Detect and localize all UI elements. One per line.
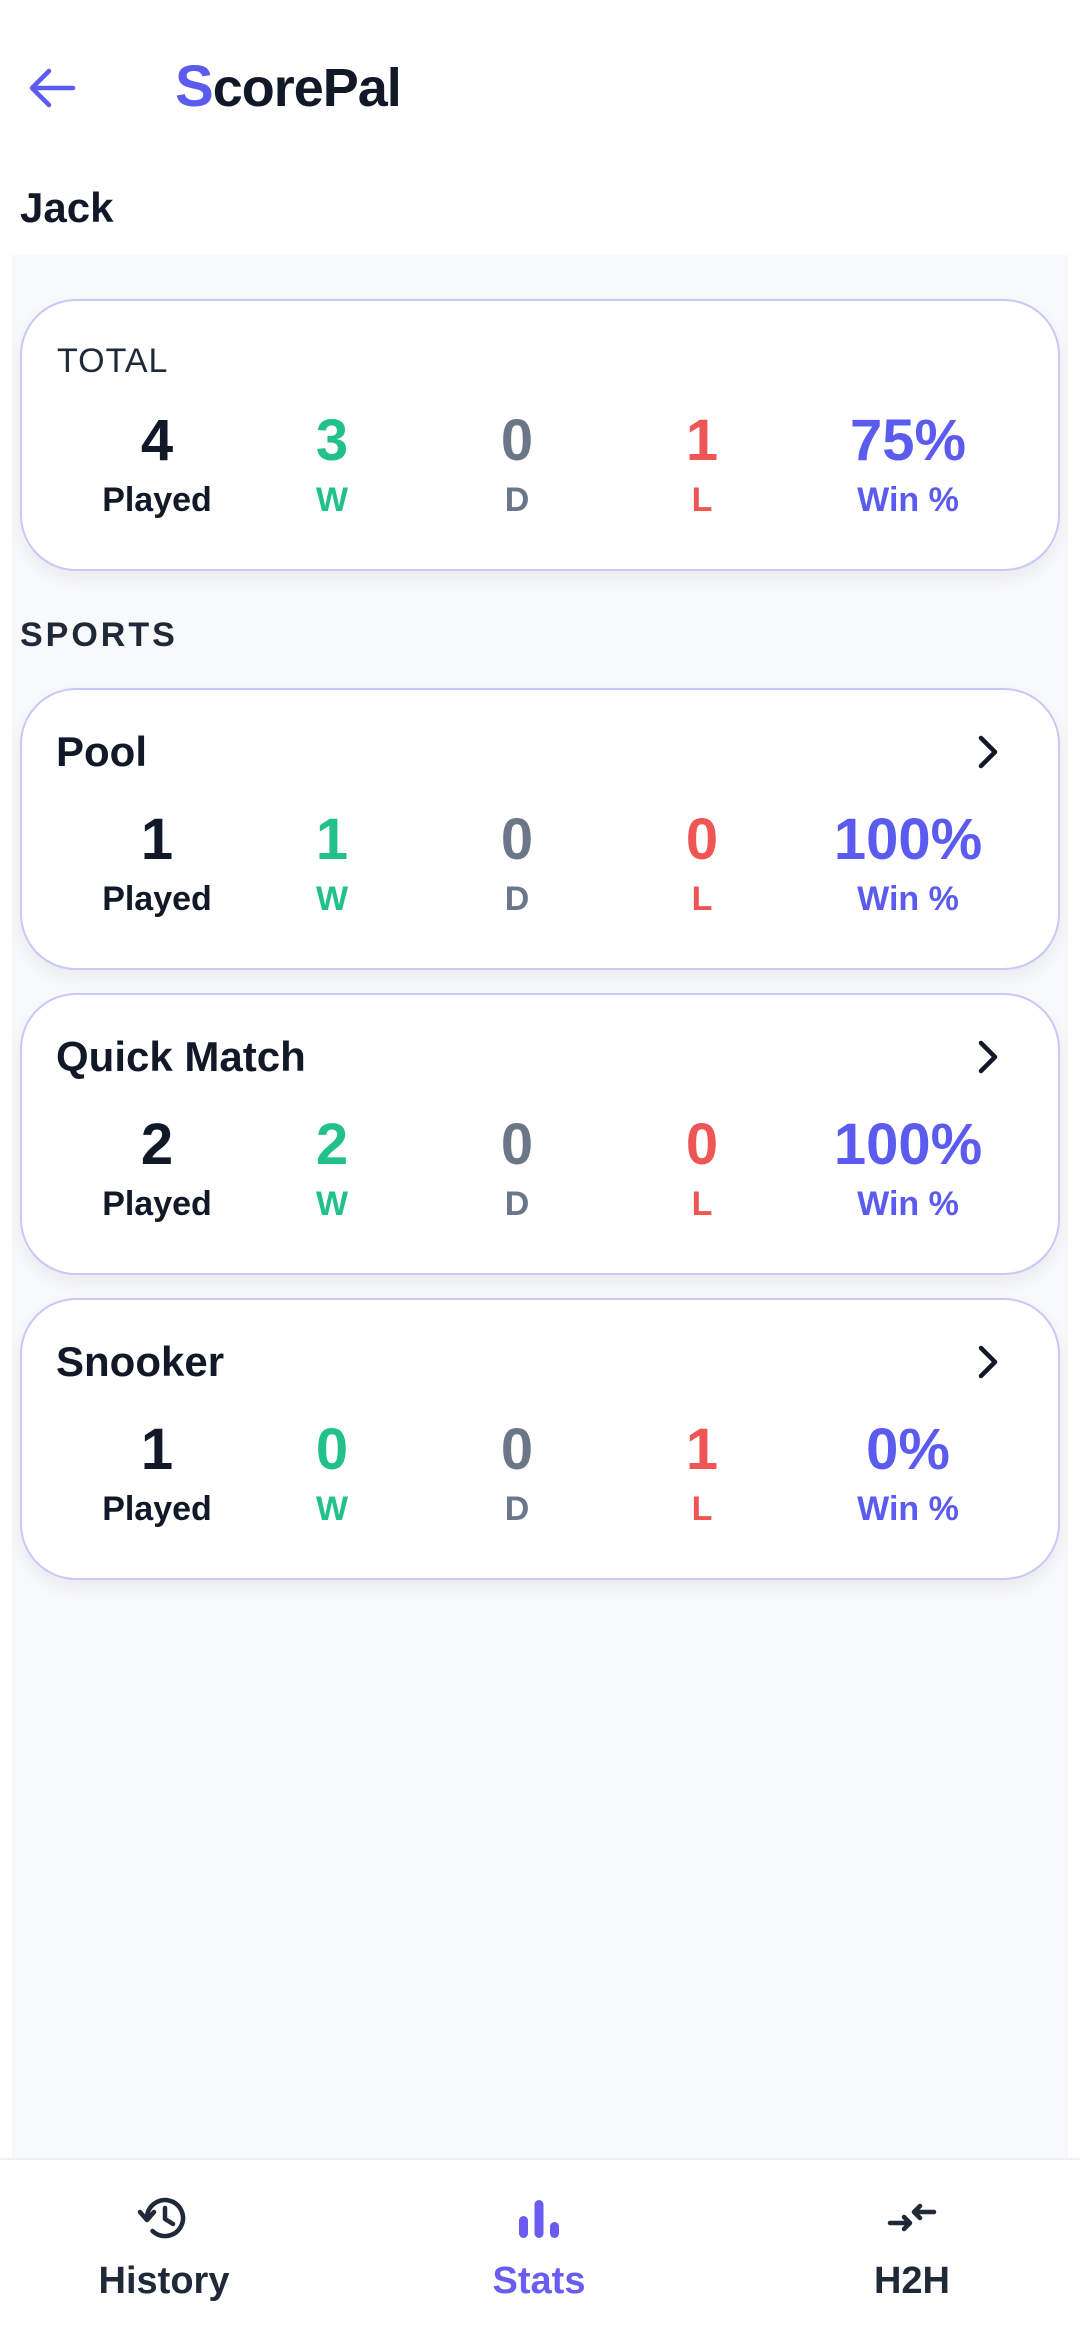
win-pct-label: Win % xyxy=(857,880,959,918)
history-icon xyxy=(137,2197,186,2239)
sports-heading: SPORTS xyxy=(20,616,178,654)
losses-stat: 0 L xyxy=(592,807,812,919)
win-pct-label: Win % xyxy=(857,1185,959,1223)
losses-stat: 0 L xyxy=(592,1112,812,1224)
losses-stat: 1 L xyxy=(592,1417,812,1529)
sport-card-snooker[interactable]: Snooker 1 Played 0 W 0 D 1 L 0% Win % xyxy=(20,1298,1060,1580)
sport-card-quick-match[interactable]: Quick Match 2 Played 2 W 0 D 0 L 100% Wi… xyxy=(20,993,1060,1275)
nav-h2h[interactable]: H2H xyxy=(812,2188,1012,2318)
win-pct-stat: 75% Win % xyxy=(798,408,1018,520)
win-pct-stat: 100% Win % xyxy=(798,807,1018,919)
logo-rest: corePal xyxy=(212,58,402,118)
losses-value: 0 xyxy=(685,807,719,872)
nav-h2h-label: H2H xyxy=(873,2260,951,2302)
win-pct-value: 100% xyxy=(833,807,983,872)
sport-card-pool[interactable]: Pool 1 Played 1 W 0 D 0 L 100% Win % xyxy=(20,688,1060,970)
nav-stats[interactable]: Stats xyxy=(439,2188,639,2318)
win-pct-value: 0% xyxy=(866,1417,950,1482)
win-pct-label: Win % xyxy=(857,481,959,519)
arrow-left-icon xyxy=(29,68,76,108)
losses-label: L xyxy=(691,1185,713,1223)
win-pct-value: 75% xyxy=(849,408,967,473)
app-logo: ScorePal xyxy=(175,52,402,123)
win-pct-stat: 0% Win % xyxy=(798,1417,1018,1529)
sport-name: Quick Match xyxy=(56,1033,306,1080)
stats-content: TOTAL 4 Played 3 W 0 D 1 L 75% Win % SPO… xyxy=(12,255,1068,2160)
losses-label: L xyxy=(691,1490,713,1528)
losses-stat: 1 L xyxy=(592,408,812,520)
back-button[interactable] xyxy=(22,58,82,118)
app-header: ScorePal Jack xyxy=(0,0,1080,231)
win-pct-stat: 100% Win % xyxy=(798,1112,1018,1224)
nav-history-label: History xyxy=(98,2260,230,2302)
logo-first-letter: S xyxy=(175,54,214,119)
chevron-right-icon xyxy=(968,1037,1008,1077)
chevron-right-icon xyxy=(968,732,1008,772)
losses-label: L xyxy=(691,880,713,918)
losses-label: L xyxy=(691,481,713,519)
total-card: TOTAL 4 Played 3 W 0 D 1 L 75% Win % xyxy=(20,299,1060,571)
player-name: Jack xyxy=(20,184,114,231)
bar-chart-icon xyxy=(519,2200,559,2238)
sport-name: Pool xyxy=(56,728,147,775)
sport-name: Snooker xyxy=(56,1338,225,1385)
win-pct-value: 100% xyxy=(833,1112,983,1177)
win-pct-label: Win % xyxy=(857,1490,959,1528)
total-caption: TOTAL xyxy=(57,342,169,380)
bottom-nav: History Stats H2H xyxy=(0,2158,1080,2340)
losses-value: 1 xyxy=(685,408,719,473)
nav-history[interactable]: History xyxy=(64,2188,264,2318)
losses-value: 0 xyxy=(685,1112,719,1177)
nav-stats-label: Stats xyxy=(492,2260,586,2302)
compare-arrows-icon xyxy=(887,2203,937,2232)
chevron-right-icon xyxy=(968,1342,1008,1382)
losses-value: 1 xyxy=(685,1417,719,1482)
